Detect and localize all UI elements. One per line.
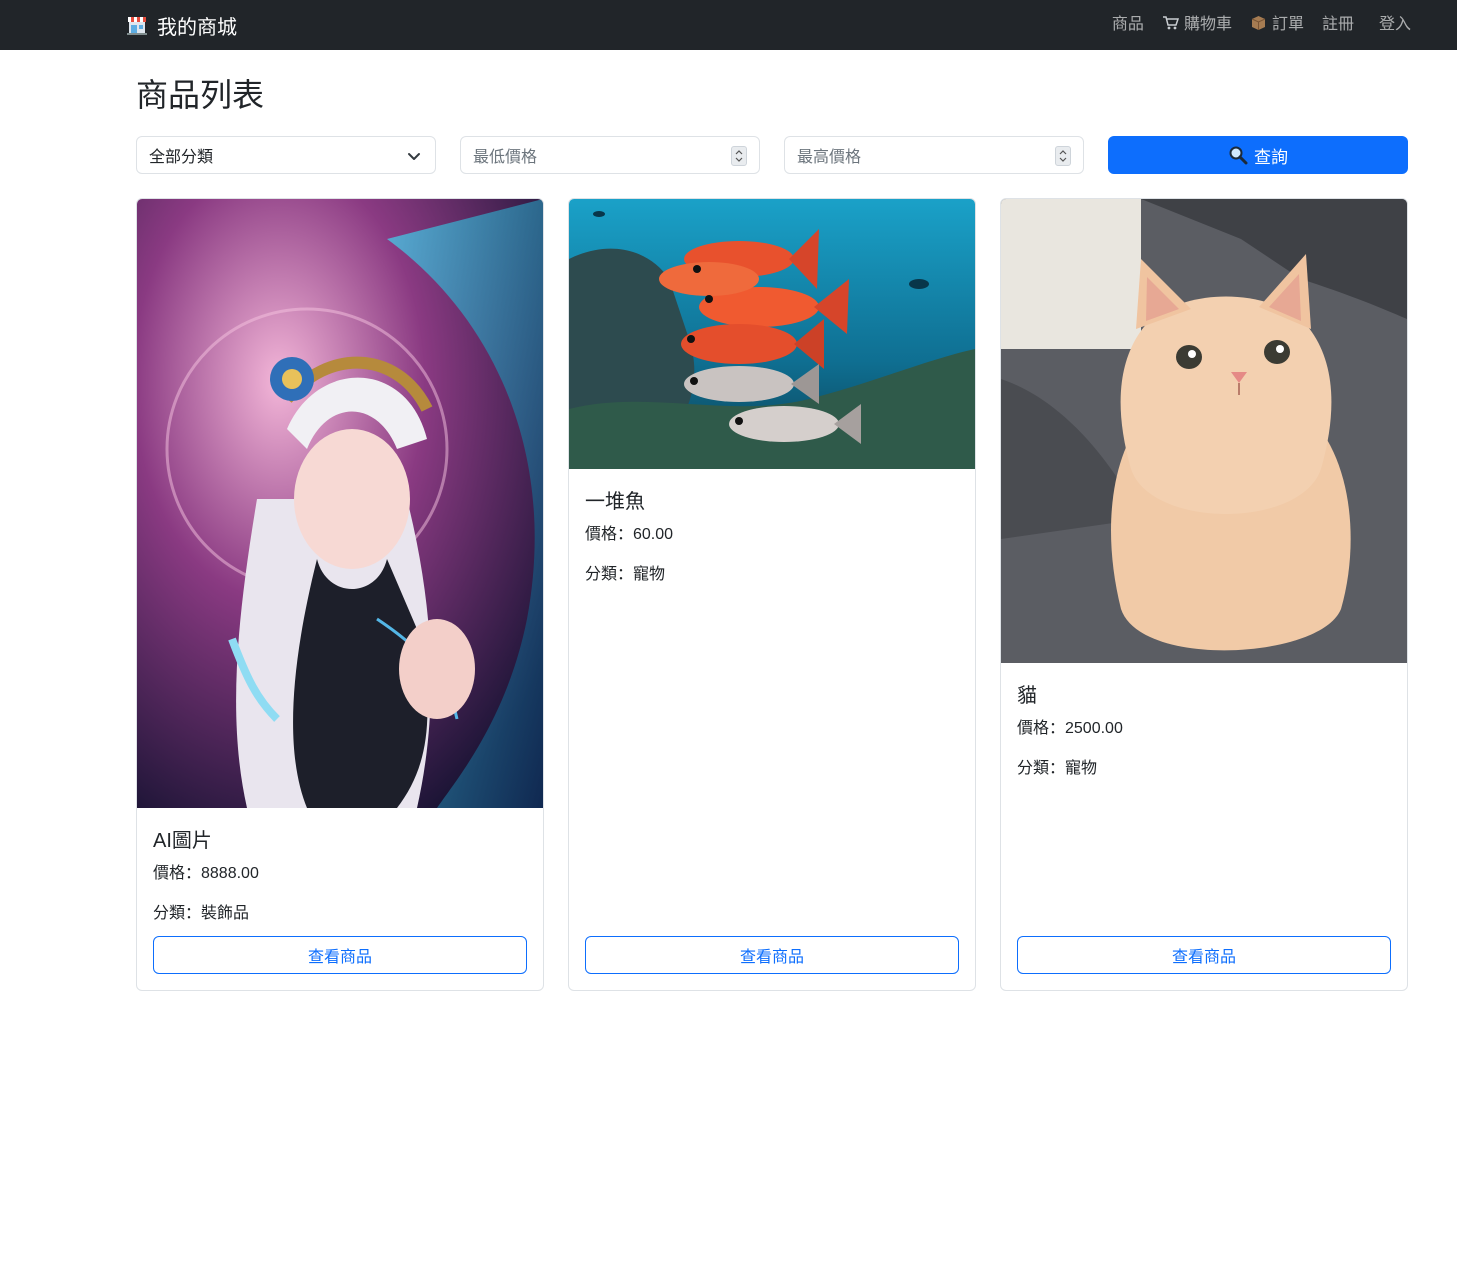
nav-cart-link[interactable]: 購物車 xyxy=(1162,10,1232,34)
product-name: 貓 xyxy=(1017,685,1037,707)
product-image-fish[interactable] xyxy=(569,199,975,469)
nav-register-link[interactable]: 註冊 xyxy=(1322,10,1354,34)
product-price: 價格：8888.00 xyxy=(153,865,259,882)
brand-link[interactable]: 我的商城 xyxy=(126,0,237,50)
max-price-input[interactable]: 最高價格 xyxy=(784,136,1084,174)
view-product-button[interactable]: 查看商品 xyxy=(153,936,527,974)
max-price-spinner[interactable] xyxy=(1055,146,1071,166)
nav-login-label: 登入 xyxy=(1378,16,1411,33)
spinner-arrows-icon xyxy=(735,150,743,162)
spinner-arrows-icon xyxy=(1059,150,1067,162)
product-category: 分類：寵物 xyxy=(585,566,666,583)
nav-products-label: 商品 xyxy=(1111,16,1144,33)
nav-links: 商品 購物車 訂單 註冊 登入 xyxy=(1112,0,1411,44)
cart-icon xyxy=(1162,15,1179,29)
cat-image xyxy=(1001,199,1407,663)
anime-girl-image xyxy=(137,199,543,808)
min-price-spinner[interactable] xyxy=(731,146,747,166)
product-name: AI圖片 xyxy=(153,830,212,852)
product-image-anime-girl[interactable] xyxy=(137,199,543,808)
nav-login-link[interactable]: 登入 xyxy=(1379,10,1411,34)
package-icon xyxy=(1251,15,1266,30)
product-category: 分類：寵物 xyxy=(1017,760,1098,777)
brand-name: 我的商城 xyxy=(157,16,237,39)
product-card: 一堆魚 價格：60.00 分類：寵物 查看商品 xyxy=(568,198,976,991)
category-select[interactable]: 全部分類 xyxy=(136,136,436,174)
nav-orders-label: 訂單 xyxy=(1271,16,1304,33)
nav-products-link[interactable]: 商品 xyxy=(1112,10,1144,34)
min-price-input[interactable]: 最低價格 xyxy=(460,136,760,174)
search-button-label: 查詢 xyxy=(1254,147,1288,167)
product-price: 價格：2500.00 xyxy=(1017,720,1123,737)
store-icon xyxy=(127,17,147,35)
nav-cart-label: 購物車 xyxy=(1183,16,1232,33)
product-price: 價格：60.00 xyxy=(585,526,674,543)
product-name: 一堆魚 xyxy=(585,491,645,513)
max-price-placeholder: 最高價格 xyxy=(797,149,862,166)
filter-bar: 全部分類 最低價格 最高價格 查詢 xyxy=(136,136,1408,174)
top-navbar: 我的商城 商品 購物車 訂單 註冊 登入 xyxy=(0,0,1457,50)
fish-image xyxy=(569,199,975,469)
product-category: 分類：裝飾品 xyxy=(153,905,250,922)
min-price-placeholder: 最低價格 xyxy=(473,149,538,166)
magnifier-icon xyxy=(1229,146,1248,165)
view-product-button[interactable]: 查看商品 xyxy=(1017,936,1391,974)
search-button[interactable]: 查詢 xyxy=(1108,136,1408,174)
chevron-down-icon xyxy=(408,153,420,160)
product-card: AI圖片 價格：8888.00 分類：裝飾品 查看商品 xyxy=(136,198,544,991)
page-title: 商品列表 xyxy=(136,77,265,113)
nav-orders-link[interactable]: 訂單 xyxy=(1250,10,1304,34)
main-container: 商品列表 全部分類 最低價格 最高價格 查詢 AI圖片 價格：8888.00 分… xyxy=(136,50,1408,991)
category-select-value: 全部分類 xyxy=(149,149,214,166)
view-product-button[interactable]: 查看商品 xyxy=(585,936,959,974)
product-card: 貓 價格：2500.00 分類：寵物 查看商品 xyxy=(1000,198,1408,991)
product-image-cat[interactable] xyxy=(1001,199,1407,663)
nav-register-label: 註冊 xyxy=(1321,16,1354,33)
